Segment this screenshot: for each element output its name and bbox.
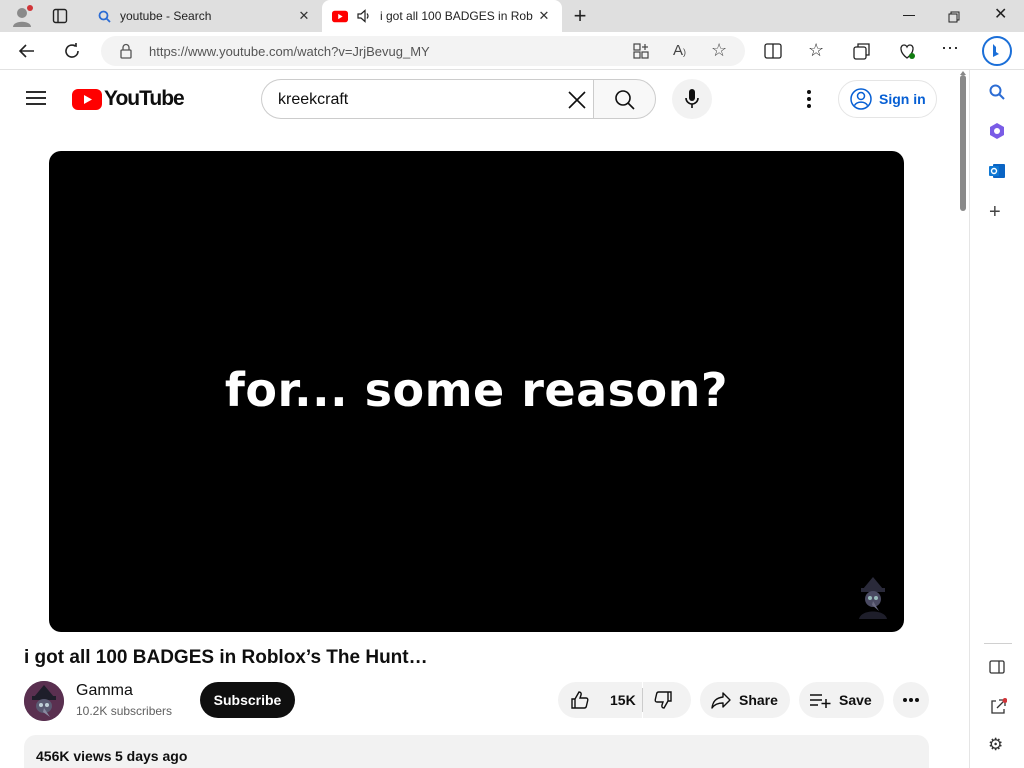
more-options-icon[interactable] (806, 89, 812, 109)
refresh-icon[interactable] (63, 42, 81, 60)
save-button[interactable]: Save (799, 682, 884, 718)
search-input[interactable]: kreekcraft (261, 79, 594, 119)
profile-icon[interactable] (10, 4, 34, 28)
upload-date: 5 days ago (115, 748, 188, 764)
search-value: kreekcraft (278, 91, 349, 108)
address-bar[interactable]: https://www.youtube.com/watch?v=JrjBevug… (101, 36, 745, 66)
search-icon (614, 89, 636, 111)
sidebar-divider (984, 643, 1012, 644)
subscribe-button[interactable]: Subscribe (200, 682, 295, 718)
copilot-icon[interactable] (982, 36, 1012, 66)
video-caption-text: for... some reason? (224, 363, 729, 417)
view-count: 456K views (36, 748, 112, 764)
tab-strip: youtube - Search ✕ i got all 100 BADGES … (0, 0, 1024, 32)
read-aloud-icon[interactable]: A) (673, 42, 691, 60)
like-count: 15K (610, 692, 636, 708)
external-link-icon[interactable] (989, 698, 1008, 716)
close-tab-icon[interactable]: ✕ (296, 8, 312, 24)
thumbs-down-icon (654, 691, 672, 709)
search-icon (96, 8, 112, 24)
close-window-icon[interactable]: ✕ (994, 7, 1008, 23)
youtube-logo[interactable]: YouTube (72, 87, 185, 111)
channel-avatar[interactable] (24, 681, 64, 721)
video-title: i got all 100 BADGES in Roblox’s The Hun… (24, 647, 428, 668)
more-horizontal-icon (903, 698, 919, 702)
sidebar-add-icon[interactable]: + (989, 202, 1005, 222)
microphone-icon (684, 88, 700, 110)
subscriber-count: 10.2K subscribers (76, 704, 173, 718)
thumbs-up-icon (571, 691, 589, 709)
favorites-icon[interactable]: ☆ (808, 40, 828, 60)
youtube-logo-text: YouTube (104, 87, 185, 110)
share-button[interactable]: Share (700, 682, 790, 718)
back-icon[interactable] (18, 42, 36, 60)
edge-sidebar: + ⚙ (969, 70, 1024, 768)
lock-icon[interactable] (119, 43, 133, 59)
voice-search-button[interactable] (672, 79, 712, 119)
restore-icon[interactable] (948, 10, 960, 23)
account-icon (850, 88, 872, 110)
subscribe-label: Subscribe (213, 692, 282, 708)
sidebar-outlook-icon[interactable] (988, 162, 1006, 180)
save-playlist-icon (810, 694, 831, 708)
tab-actions-icon[interactable] (52, 8, 68, 24)
channel-name[interactable]: Gamma (76, 682, 133, 700)
dislike-button[interactable] (643, 682, 691, 718)
menu-icon[interactable] (26, 90, 46, 106)
youtube-page: YouTube kreekcraft Sign in for... some r… (0, 71, 958, 768)
sidebar-settings-icon[interactable]: ⚙ (988, 736, 1006, 754)
share-label: Share (739, 692, 778, 708)
sign-in-label: Sign in (879, 91, 926, 107)
page-scrollbar[interactable] (958, 71, 969, 768)
sidebar-search-icon[interactable] (988, 83, 1006, 101)
like-button[interactable]: 15K (558, 682, 642, 718)
tab-title: youtube - Search (120, 9, 212, 23)
more-actions-button[interactable] (893, 682, 929, 718)
split-screen-icon[interactable] (764, 43, 782, 59)
apps-icon[interactable] (633, 43, 649, 59)
description-box[interactable]: 456K views 5 days ago (24, 735, 929, 768)
browser-essentials-icon[interactable] (897, 41, 917, 61)
sidebar-shopping-icon[interactable] (988, 122, 1006, 140)
sign-in-button[interactable]: Sign in (838, 80, 937, 118)
minimize-icon[interactable] (903, 15, 915, 16)
browser-toolbar: https://www.youtube.com/watch?v=JrjBevug… (0, 32, 1024, 70)
save-label: Save (839, 692, 872, 708)
tab-title: i got all 100 BADGES in Rob (380, 9, 533, 23)
close-tab-icon[interactable]: ✕ (536, 8, 552, 24)
collections-icon[interactable] (853, 42, 871, 60)
video-player[interactable]: for... some reason? (49, 151, 904, 632)
url-text: https://www.youtube.com/watch?v=JrjBevug… (149, 44, 430, 59)
tab-video[interactable]: i got all 100 BADGES in Rob ✕ (322, 0, 562, 32)
clear-search-icon[interactable] (567, 90, 587, 110)
speaker-icon[interactable] (356, 8, 372, 24)
hide-sidebar-icon[interactable] (989, 659, 1005, 675)
new-tab-icon[interactable]: + (570, 5, 590, 27)
channel-watermark[interactable] (855, 575, 891, 619)
tab-search[interactable]: youtube - Search ✕ (86, 0, 322, 32)
scrollbar-thumb[interactable] (960, 75, 966, 211)
favorite-star-icon[interactable]: ☆ (711, 41, 729, 59)
share-icon (711, 692, 731, 709)
youtube-icon (332, 8, 348, 24)
search-button[interactable] (593, 79, 656, 119)
settings-more-icon[interactable]: ⋯ (941, 38, 961, 58)
youtube-logo-icon (72, 88, 102, 110)
